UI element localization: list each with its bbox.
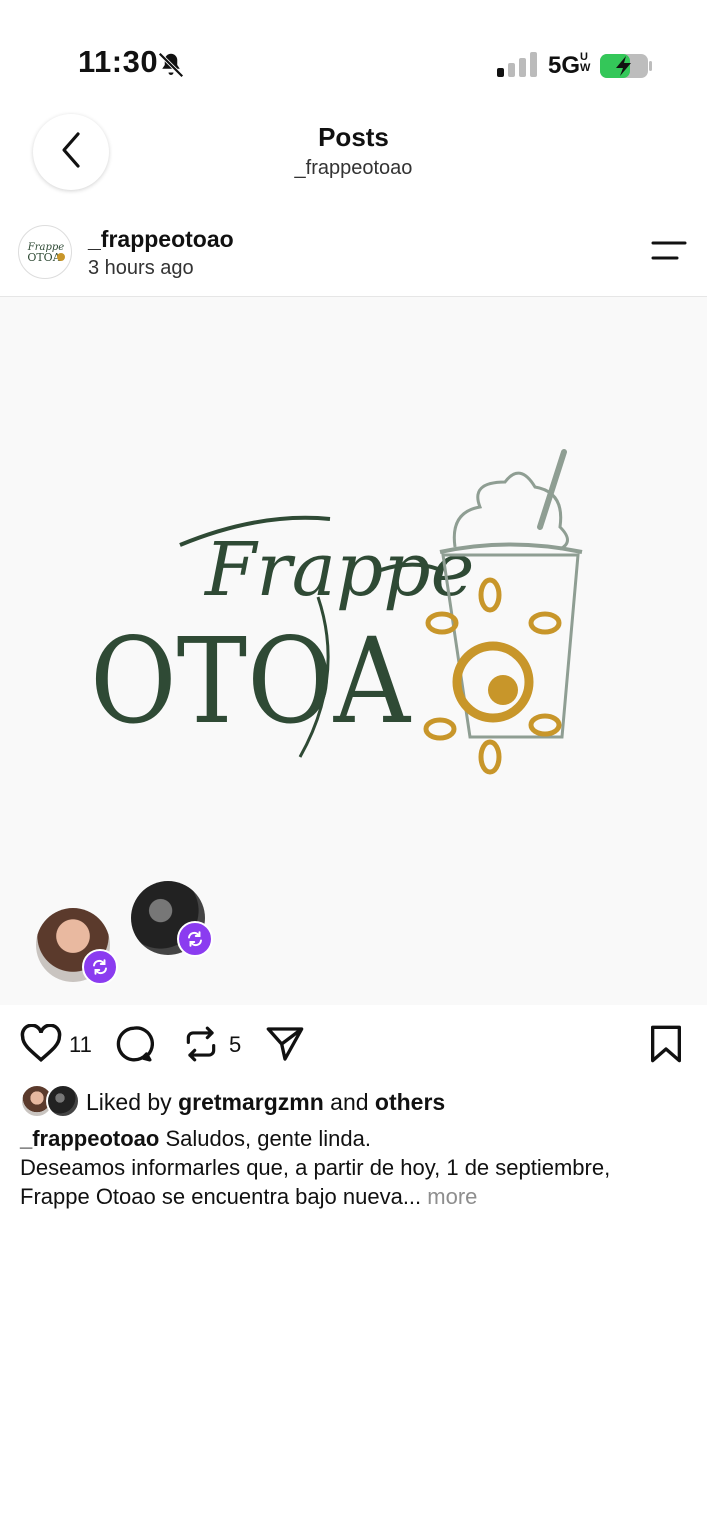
heart-icon[interactable] [20,1023,62,1069]
post-username[interactable]: _frappeotoao [88,226,234,253]
caption-author[interactable]: _frappeotoao [20,1126,159,1151]
comment-icon[interactable] [114,1024,154,1069]
page-subtitle[interactable]: _frappeotoao [0,157,707,180]
post-time: 3 hours ago [88,257,194,279]
repost-icon[interactable] [182,1024,220,1069]
liked-by-text: Liked by gretmargzmn and others [86,1089,446,1115]
repost-badge [82,949,118,985]
network-suffix: UW [580,51,591,74]
menu-icon[interactable] [651,240,687,267]
bell-slash-icon [156,50,186,85]
avatar-text-bottom: OTOA [27,251,61,264]
liked-by-user[interactable]: gretmargzmn [178,1089,324,1115]
liked-by-others[interactable]: others [375,1089,445,1115]
status-time: 11:30 [78,44,159,79]
post-avatar[interactable]: Frappe OTOA [18,225,72,279]
post-image[interactable]: Frappe OTOA [0,297,707,1005]
page-title: Posts [318,122,389,152]
signal-icon [497,52,537,83]
logo-main: OTOA [90,612,412,750]
logo-script: Frappe [203,527,474,613]
frappe-otoa-logo: Frappe OTOA [90,449,583,775]
more-link[interactable]: more [427,1184,477,1209]
send-icon[interactable] [264,1024,306,1069]
battery-charging-icon [599,53,653,84]
post-actions: 11 5 [0,1020,707,1070]
liker-avatar [46,1084,80,1118]
network-label: 5GUW [548,51,591,80]
caption-line: Deseamos informarles que, a partir de ho… [20,1155,611,1180]
likes-count[interactable]: 11 [69,1032,92,1058]
status-bar: 11:30 5GUW [0,0,707,110]
repost-badge [177,921,213,957]
post-caption: _frappeotoao Saludos, gente linda. Desea… [20,1124,690,1211]
caption-line: Frappe Otoao se encuentra bajo nueva... [20,1184,422,1209]
reposts-count[interactable]: 5 [229,1032,241,1058]
caption-line: Saludos, gente linda. [165,1126,371,1151]
bookmark-icon[interactable] [648,1024,684,1069]
